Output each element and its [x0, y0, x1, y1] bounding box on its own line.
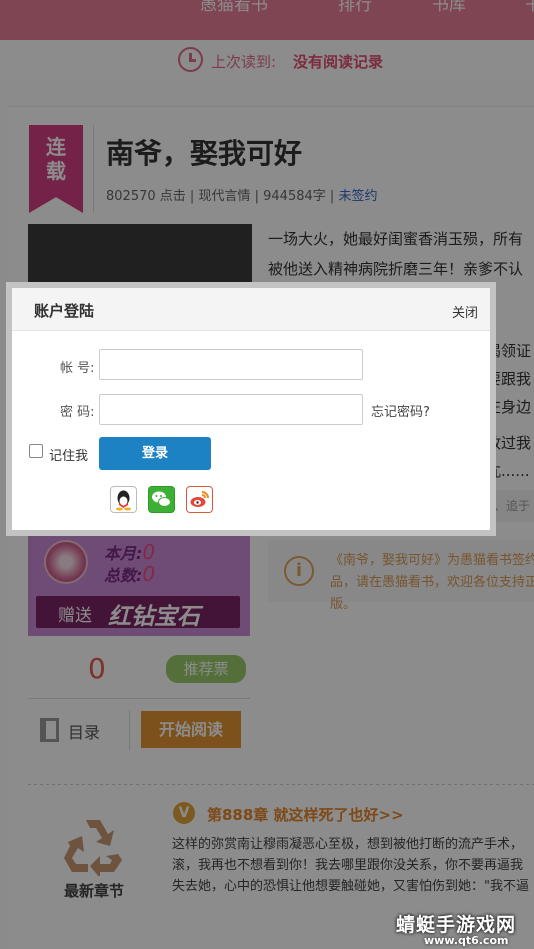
watermark-title: 蜻蜓手游戏网 — [396, 914, 517, 936]
password-label: 密 码: — [60, 405, 95, 420]
watermark-url: www.qt6.com — [424, 934, 509, 947]
qq-icon — [116, 490, 131, 511]
forgot-password-link[interactable]: 忘记密码? — [371, 401, 430, 420]
remember-me-label[interactable]: 记住我 — [49, 445, 88, 464]
login-button[interactable]: 登录 — [99, 437, 211, 470]
login-dialog-title: 账户登陆 — [34, 302, 95, 320]
site-watermark: 蜻蜓手游戏网 www.qt6.com — [390, 910, 530, 947]
close-button[interactable]: 关闭 — [452, 302, 478, 321]
login-dialog-header: 账户登陆 关闭 — [12, 288, 490, 331]
weibo-icon — [190, 491, 209, 507]
login-dialog: 账户登陆 关闭 帐 号: 密 码: 忘记密码? 记住我 登录 — [6, 282, 496, 536]
login-dialog-body: 账户登陆 关闭 帐 号: 密 码: 忘记密码? 记住我 登录 — [12, 288, 490, 530]
wechat-icon — [152, 491, 171, 507]
account-input[interactable] — [99, 349, 363, 380]
weibo-login-button[interactable] — [186, 486, 213, 513]
password-input[interactable] — [99, 394, 363, 425]
remember-me-checkbox[interactable] — [29, 444, 43, 458]
account-label: 帐 号: — [60, 361, 95, 376]
wechat-login-button[interactable] — [148, 486, 175, 513]
qq-login-button[interactable] — [110, 486, 137, 513]
